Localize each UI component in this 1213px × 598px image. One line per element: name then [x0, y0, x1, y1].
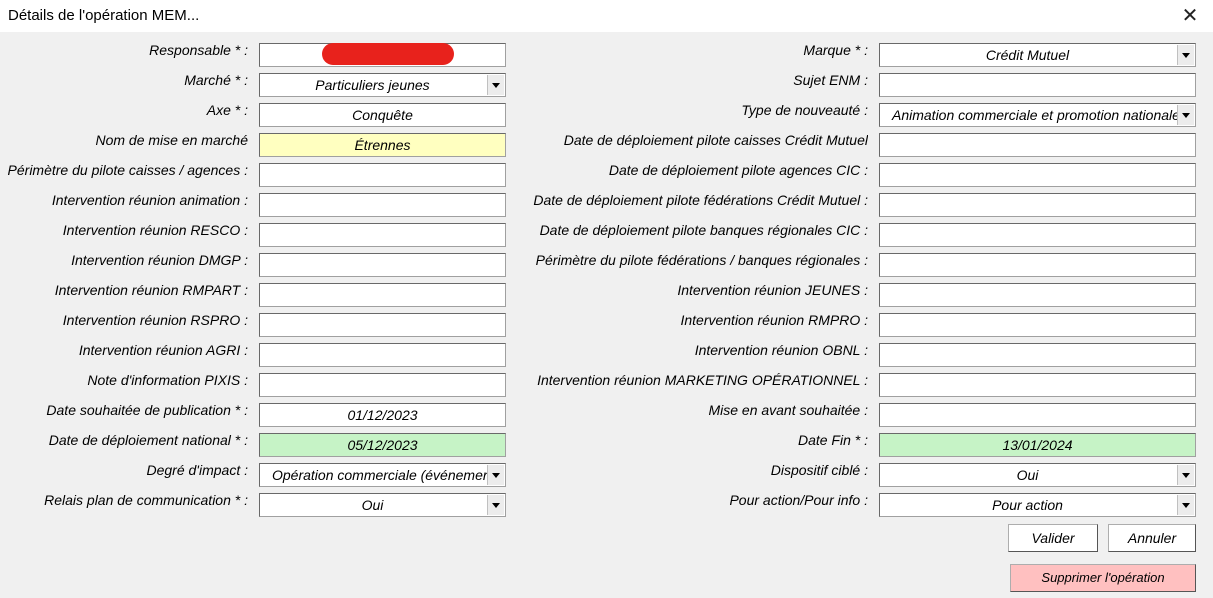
sujet-enm-label: Sujet ENM :: [793, 72, 868, 88]
date-de-deploiement-pilote-federations-credit-mutuel-input[interactable]: [879, 193, 1196, 217]
degre-d-impact-label: Degré d'impact :: [146, 462, 249, 478]
date-de-deploiement-pilote-banques-regionales-cic-input[interactable]: [879, 223, 1196, 247]
intervention-reunion-resco-input[interactable]: [259, 223, 506, 247]
close-icon[interactable]: ✕: [1167, 0, 1213, 32]
marque-select[interactable]: Crédit Mutuel: [879, 43, 1196, 67]
cancel-button[interactable]: Annuler: [1108, 524, 1196, 552]
marche-select[interactable]: Particuliers jeunes: [259, 73, 506, 97]
nom-de-mise-en-marche-input[interactable]: Étrennes: [259, 133, 506, 157]
marche-label: Marché * :: [184, 72, 248, 88]
degre-d-impact-select[interactable]: Opération commerciale (événement): [259, 463, 506, 487]
intervention-reunion-obnl-label: Intervention réunion OBNL :: [694, 342, 868, 358]
type-de-nouveaute-select[interactable]: Animation commerciale et promotion natio…: [879, 103, 1196, 127]
degre-d-impact-value: Opération commerciale (événement): [272, 467, 500, 483]
intervention-reunion-rmpro-label: Intervention réunion RMPRO :: [680, 312, 868, 328]
window-title: Détails de l'opération MEM...: [8, 7, 200, 24]
note-d-information-pixis-input[interactable]: [259, 373, 506, 397]
intervention-reunion-dmgp-input[interactable]: [259, 253, 506, 277]
dispositif-cible-select[interactable]: Oui: [879, 463, 1196, 487]
intervention-reunion-rmpro-input[interactable]: [879, 313, 1196, 337]
date-fin-input[interactable]: 13/01/2024: [879, 433, 1196, 457]
date-de-deploiement-national-label: Date de déploiement national * :: [48, 432, 248, 448]
pour-action-pour-info-value: Pour action: [992, 497, 1063, 513]
perimetre-du-pilote-federations-banques-regionales-input[interactable]: [879, 253, 1196, 277]
intervention-reunion-rmpart-input[interactable]: [259, 283, 506, 307]
relais-plan-de-communication-select[interactable]: Oui: [259, 493, 506, 517]
validate-button[interactable]: Valider: [1008, 524, 1098, 552]
intervention-reunion-rmpart-label: Intervention réunion RMPART :: [54, 282, 248, 298]
date-de-deploiement-pilote-agences-cic-input[interactable]: [879, 163, 1196, 187]
intervention-reunion-marketing-operationnel-label: Intervention réunion MARKETING OPÉRATION…: [537, 372, 868, 388]
relais-plan-de-communication-value: Oui: [361, 497, 384, 513]
marque-label: Marque * :: [803, 42, 868, 58]
pour-action-pour-info-label: Pour action/Pour info :: [729, 492, 868, 508]
date-de-deploiement-pilote-banques-regionales-cic-label: Date de déploiement pilote banques régio…: [539, 222, 868, 238]
intervention-reunion-jeunes-input[interactable]: [879, 283, 1196, 307]
intervention-reunion-jeunes-label: Intervention réunion JEUNES :: [677, 282, 868, 298]
intervention-reunion-marketing-operationnel-input[interactable]: [879, 373, 1196, 397]
date-souhaitee-de-publication-input[interactable]: 01/12/2023: [259, 403, 506, 427]
date-de-deploiement-pilote-caisses-credit-mutuel-input[interactable]: [879, 133, 1196, 157]
intervention-reunion-agri-input[interactable]: [259, 343, 506, 367]
chevron-down-icon[interactable]: [1177, 105, 1194, 125]
nom-de-mise-en-marche-label: Nom de mise en marché: [95, 132, 248, 148]
chevron-down-icon[interactable]: [1177, 495, 1194, 515]
intervention-reunion-rspro-label: Intervention réunion RSPRO :: [62, 312, 248, 328]
intervention-reunion-agri-label: Intervention réunion AGRI :: [78, 342, 248, 358]
marque-value: Crédit Mutuel: [985, 47, 1070, 63]
date-de-deploiement-pilote-caisses-credit-mutuel-label: Date de déploiement pilote caisses Crédi…: [563, 132, 868, 148]
intervention-reunion-animation-label: Intervention réunion animation :: [51, 192, 248, 208]
mise-en-avant-souhaitee-input[interactable]: [879, 403, 1196, 427]
perimetre-du-pilote-caisses-agences-label: Périmètre du pilote caisses / agences :: [7, 162, 248, 178]
perimetre-du-pilote-federations-banques-regionales-label: Périmètre du pilote fédérations / banque…: [535, 252, 868, 268]
chevron-down-icon[interactable]: [1177, 45, 1194, 65]
axe-input[interactable]: Conquête: [259, 103, 506, 127]
type-de-nouveaute-label: Type de nouveauté :: [741, 102, 868, 118]
intervention-reunion-dmgp-label: Intervention réunion DMGP :: [71, 252, 248, 268]
date-de-deploiement-pilote-federations-credit-mutuel-label: Date de déploiement pilote fédérations C…: [533, 192, 868, 208]
sujet-enm-input[interactable]: [879, 73, 1196, 97]
relais-plan-de-communication-label: Relais plan de communication * :: [44, 492, 248, 508]
axe-label: Axe * :: [206, 102, 248, 118]
date-souhaitee-de-publication-label: Date souhaitée de publication * :: [46, 402, 248, 418]
intervention-reunion-obnl-input[interactable]: [879, 343, 1196, 367]
dispositif-cible-label: Dispositif ciblé :: [770, 462, 868, 478]
note-d-information-pixis-label: Note d'information PIXIS :: [87, 372, 248, 388]
intervention-reunion-rspro-input[interactable]: [259, 313, 506, 337]
delete-operation-button[interactable]: Supprimer l'opération: [1010, 564, 1196, 592]
title-bar: Détails de l'opération MEM... ✕: [0, 0, 1213, 33]
date-fin-label: Date Fin * :: [797, 432, 868, 448]
date-de-deploiement-national-input[interactable]: 05/12/2023: [259, 433, 506, 457]
pour-action-pour-info-select[interactable]: Pour action: [879, 493, 1196, 517]
responsable-label: Responsable * :: [149, 42, 248, 58]
perimetre-du-pilote-caisses-agences-input[interactable]: [259, 163, 506, 187]
dispositif-cible-value: Oui: [1016, 467, 1039, 483]
redaction-mark: [322, 43, 454, 65]
chevron-down-icon[interactable]: [1177, 465, 1194, 485]
intervention-reunion-animation-input[interactable]: [259, 193, 506, 217]
marche-value: Particuliers jeunes: [315, 77, 430, 93]
type-de-nouveaute-value: Animation commerciale et promotion natio…: [892, 107, 1180, 123]
date-de-deploiement-pilote-agences-cic-label: Date de déploiement pilote agences CIC :: [608, 162, 868, 178]
intervention-reunion-resco-label: Intervention réunion RESCO :: [62, 222, 248, 238]
mise-en-avant-souhaitee-label: Mise en avant souhaitée :: [708, 402, 868, 418]
